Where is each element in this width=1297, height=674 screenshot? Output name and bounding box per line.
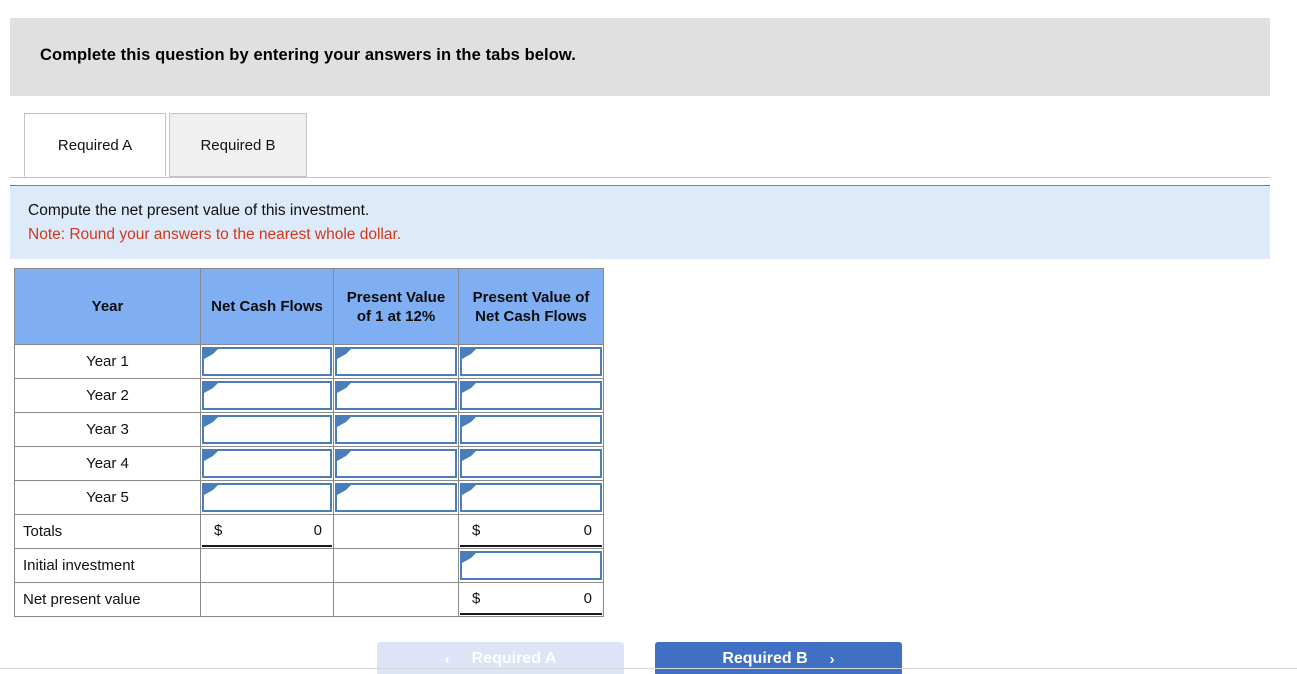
input-box[interactable] bbox=[335, 381, 457, 410]
input-cell-year-4-pv-of-1[interactable] bbox=[333, 446, 459, 481]
tab-required-b-label: Required B bbox=[200, 136, 276, 154]
prev-required-a-button[interactable]: ‹ Required A bbox=[377, 642, 624, 674]
input-box[interactable] bbox=[460, 449, 602, 478]
instruction-banner: Complete this question by entering your … bbox=[10, 18, 1270, 96]
input-cell-year-1-pv-of-1[interactable] bbox=[333, 344, 459, 379]
table-row-totals: Totals $ 0 $ 0 bbox=[14, 514, 604, 549]
chevron-right-icon: › bbox=[829, 650, 835, 668]
table-row: Year 5 bbox=[14, 480, 604, 515]
input-box[interactable] bbox=[335, 347, 457, 376]
input-box[interactable] bbox=[202, 449, 332, 478]
input-cell-year-4-pv-of-net-cash-flows[interactable] bbox=[458, 446, 604, 481]
row-label-net-present-value: Net present value bbox=[14, 582, 201, 617]
col-header-net-cash-flows: Net Cash Flows bbox=[200, 268, 334, 345]
tab-required-b[interactable]: Required B bbox=[169, 113, 307, 177]
col-header-pv-of-net-cash-flows: Present Value of Net Cash Flows bbox=[458, 268, 604, 345]
input-cell-year-1-pv-of-net-cash-flows[interactable] bbox=[458, 344, 604, 379]
npv-worksheet-table: Year Net Cash Flows Present Value of 1 a… bbox=[14, 268, 604, 617]
totals-pv-of-net-cash-flows: $ 0 bbox=[458, 514, 604, 549]
input-cell-year-3-pv-of-net-cash-flows[interactable] bbox=[458, 412, 604, 447]
table-row: Year 3 bbox=[14, 412, 604, 447]
question-workspace: Complete this question by entering your … bbox=[0, 0, 1297, 674]
totals-pv-of-net-cash-flows-value: 0 bbox=[583, 522, 592, 539]
row-label-initial-investment: Initial investment bbox=[14, 548, 201, 583]
input-cell-year-2-net-cash-flows[interactable] bbox=[200, 378, 334, 413]
currency-symbol: $ bbox=[472, 522, 481, 539]
instruction-banner-text: Complete this question by entering your … bbox=[40, 46, 576, 64]
prev-required-a-label: Required A bbox=[471, 650, 557, 667]
table-row-net-present-value: Net present value $ 0 bbox=[14, 582, 604, 617]
input-cell-initial-investment-pv-of-net-cash-flows[interactable] bbox=[458, 548, 604, 583]
input-box[interactable] bbox=[202, 381, 332, 410]
next-required-b-label: Required B bbox=[722, 650, 808, 667]
tab-required-a[interactable]: Required A bbox=[24, 113, 166, 177]
table-header-row: Year Net Cash Flows Present Value of 1 a… bbox=[14, 268, 604, 345]
currency-symbol: $ bbox=[472, 590, 481, 607]
input-box[interactable] bbox=[460, 381, 602, 410]
currency-symbol: $ bbox=[214, 522, 223, 539]
initial-investment-net-cash-flows-empty bbox=[200, 548, 334, 583]
input-cell-year-5-net-cash-flows[interactable] bbox=[200, 480, 334, 515]
row-label-year-2: Year 2 bbox=[14, 378, 201, 413]
col-header-year: Year bbox=[14, 268, 201, 345]
input-box[interactable] bbox=[335, 415, 457, 444]
input-box[interactable] bbox=[202, 347, 332, 376]
input-box[interactable] bbox=[335, 449, 457, 478]
input-cell-year-3-pv-of-1[interactable] bbox=[333, 412, 459, 447]
question-prompt-band: Compute the net present value of this in… bbox=[10, 185, 1270, 259]
input-cell-year-1-net-cash-flows[interactable] bbox=[200, 344, 334, 379]
totals-net-cash-flows: $ 0 bbox=[200, 514, 334, 549]
page-bottom-rule bbox=[0, 668, 1297, 669]
input-box[interactable] bbox=[460, 483, 602, 512]
row-label-year-4: Year 4 bbox=[14, 446, 201, 481]
input-cell-year-5-pv-of-net-cash-flows[interactable] bbox=[458, 480, 604, 515]
tab-strip: Required A Required B bbox=[10, 113, 1270, 178]
net-present-value-value: 0 bbox=[583, 590, 592, 607]
table-row-initial-investment: Initial investment bbox=[14, 548, 604, 583]
prompt-rounding-note: Note: Round your answers to the nearest … bbox=[28, 226, 402, 243]
totals-net-cash-flows-value: 0 bbox=[313, 522, 322, 539]
input-cell-year-4-net-cash-flows[interactable] bbox=[200, 446, 334, 481]
input-box[interactable] bbox=[460, 415, 602, 444]
table-row: Year 2 bbox=[14, 378, 604, 413]
table-row: Year 4 bbox=[14, 446, 604, 481]
input-box[interactable] bbox=[202, 415, 332, 444]
next-required-b-button[interactable]: Required B › bbox=[655, 642, 902, 674]
input-box[interactable] bbox=[335, 483, 457, 512]
prompt-instruction: Compute the net present value of this in… bbox=[28, 202, 370, 219]
net-present-value-amount: $ 0 bbox=[458, 582, 604, 617]
chevron-left-icon: ‹ bbox=[444, 650, 450, 668]
net-present-value-pv-of-1-empty bbox=[333, 582, 459, 617]
input-box[interactable] bbox=[202, 483, 332, 512]
input-box[interactable] bbox=[460, 551, 602, 580]
initial-investment-pv-of-1-empty bbox=[333, 548, 459, 583]
col-header-pv-of-1: Present Value of 1 at 12% bbox=[333, 268, 459, 345]
input-cell-year-2-pv-of-1[interactable] bbox=[333, 378, 459, 413]
row-label-year-1: Year 1 bbox=[14, 344, 201, 379]
input-box[interactable] bbox=[460, 347, 602, 376]
totals-pv-of-1-empty bbox=[333, 514, 459, 549]
row-label-totals: Totals bbox=[14, 514, 201, 549]
tab-required-a-label: Required A bbox=[57, 136, 133, 154]
tab-strip-baseline bbox=[10, 177, 1270, 178]
row-label-year-5: Year 5 bbox=[14, 480, 201, 515]
table-row: Year 1 bbox=[14, 344, 604, 379]
input-cell-year-5-pv-of-1[interactable] bbox=[333, 480, 459, 515]
row-label-year-3: Year 3 bbox=[14, 412, 201, 447]
input-cell-year-2-pv-of-net-cash-flows[interactable] bbox=[458, 378, 604, 413]
net-present-value-net-cash-flows-empty bbox=[200, 582, 334, 617]
input-cell-year-3-net-cash-flows[interactable] bbox=[200, 412, 334, 447]
